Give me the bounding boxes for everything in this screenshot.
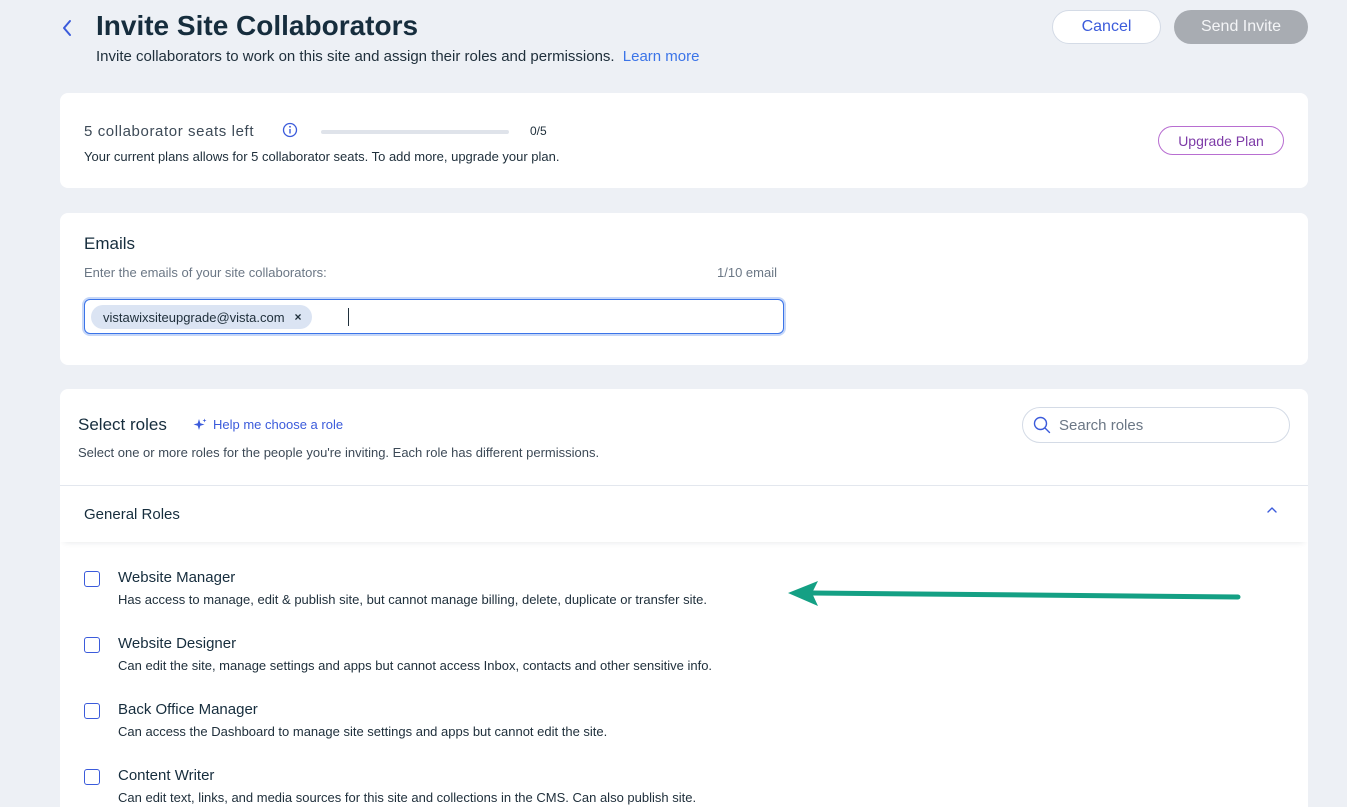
roles-title: Select roles bbox=[78, 415, 167, 434]
page-header: Invite Site Collaborators Invite collabo… bbox=[0, 0, 1347, 80]
seats-progress-bar bbox=[321, 130, 509, 134]
role-name: Website Manager bbox=[118, 569, 236, 586]
role-name: Website Designer bbox=[118, 635, 237, 652]
emails-count: 1/10 email bbox=[717, 265, 777, 280]
text-caret bbox=[348, 308, 349, 326]
seats-description: Your current plans allows for 5 collabor… bbox=[84, 149, 560, 164]
info-icon[interactable] bbox=[282, 122, 298, 138]
role-description: Can access the Dashboard to manage site … bbox=[118, 724, 608, 739]
emails-card: Emails Enter the emails of your site col… bbox=[60, 213, 1308, 365]
cancel-button[interactable]: Cancel bbox=[1052, 10, 1161, 44]
chip-remove-icon[interactable]: × bbox=[295, 310, 302, 324]
help-choose-role-link[interactable]: Help me choose a role bbox=[193, 417, 343, 432]
search-icon bbox=[1033, 416, 1051, 434]
website-manager-checkbox[interactable] bbox=[84, 571, 100, 587]
content-writer-checkbox[interactable] bbox=[84, 769, 100, 785]
website-designer-checkbox[interactable] bbox=[84, 637, 100, 653]
emails-description: Enter the emails of your site collaborat… bbox=[84, 265, 327, 280]
search-roles-box[interactable] bbox=[1022, 407, 1290, 443]
role-description: Can edit text, links, and media sources … bbox=[118, 790, 697, 805]
seats-progress-text: 0/5 bbox=[530, 124, 547, 138]
roles-description: Select one or more roles for the people … bbox=[78, 445, 600, 460]
sparkle-icon bbox=[193, 418, 207, 430]
email-chip-label: vistawixsiteupgrade@vista.com bbox=[103, 309, 285, 325]
upgrade-plan-button[interactable]: Upgrade Plan bbox=[1158, 126, 1284, 155]
arrow-left-icon bbox=[788, 581, 1241, 606]
role-description: Has access to manage, edit & publish sit… bbox=[118, 592, 707, 607]
emails-title: Emails bbox=[84, 234, 136, 253]
role-description: Can edit the site, manage settings and a… bbox=[118, 658, 713, 673]
seats-card: 5 collaborator seats left 0/5 Your curre… bbox=[60, 93, 1308, 188]
search-roles-input[interactable] bbox=[1059, 415, 1279, 435]
general-roles-header[interactable]: General Roles bbox=[60, 486, 1308, 542]
role-item-website-designer: Website Designer Can edit the site, mana… bbox=[60, 635, 1308, 695]
general-roles-title: General Roles bbox=[84, 506, 180, 523]
page-subtitle-text: Invite collaborators to work on this sit… bbox=[96, 48, 615, 65]
email-input-field[interactable]: vistawixsiteupgrade@vista.com × bbox=[84, 299, 784, 334]
role-item-back-office-manager: Back Office Manager Can access the Dashb… bbox=[60, 701, 1308, 761]
send-invite-button[interactable]: Send Invite bbox=[1174, 10, 1308, 44]
page-subtitle: Invite collaborators to work on this sit… bbox=[96, 48, 699, 65]
learn-more-link[interactable]: Learn more bbox=[623, 48, 700, 65]
chevron-left-icon bbox=[63, 20, 71, 36]
help-choose-role-label: Help me choose a role bbox=[213, 417, 344, 432]
role-name: Back Office Manager bbox=[118, 701, 258, 718]
back-button[interactable] bbox=[56, 16, 78, 40]
page-title: Invite Site Collaborators bbox=[96, 10, 419, 41]
back-office-manager-checkbox[interactable] bbox=[84, 703, 100, 719]
role-name: Content Writer bbox=[118, 767, 215, 784]
seats-left-label: 5 collaborator seats left bbox=[84, 123, 255, 140]
chevron-up-icon[interactable] bbox=[1264, 504, 1280, 516]
email-chip: vistawixsiteupgrade@vista.com × bbox=[91, 305, 312, 329]
role-item-content-writer: Content Writer Can edit text, links, and… bbox=[60, 767, 1308, 807]
